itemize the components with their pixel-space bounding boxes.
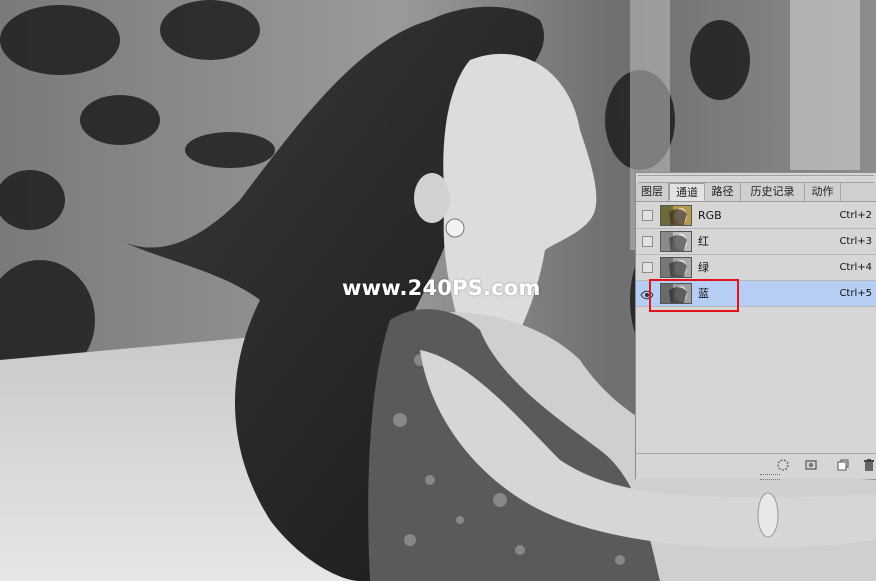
- tab-channels[interactable]: 通道: [669, 183, 705, 201]
- tab-actions[interactable]: 动作: [805, 183, 841, 201]
- visibility-toggle[interactable]: [642, 236, 653, 247]
- load-selection-icon[interactable]: [776, 457, 790, 471]
- panel-tab-bar: 图层 通道 路径 历史记录 动作: [636, 183, 876, 202]
- new-channel-icon[interactable]: [836, 457, 850, 471]
- delete-channel-icon[interactable]: [862, 457, 876, 471]
- annotation-box: [649, 279, 739, 312]
- channel-name: 绿: [698, 261, 709, 274]
- watermark-text: www.240PS.com: [342, 276, 541, 300]
- panel-bottom-toolbar: [636, 453, 876, 474]
- panel-grip[interactable]: [638, 175, 874, 183]
- save-selection-icon[interactable]: [804, 457, 818, 471]
- channel-name: 红: [698, 235, 709, 248]
- channel-thumbnail: [660, 231, 692, 252]
- panel-resize-handle[interactable]: [760, 474, 780, 480]
- channel-thumbnail: [660, 205, 692, 226]
- visibility-toggle[interactable]: [642, 262, 653, 273]
- tab-paths[interactable]: 路径: [705, 183, 741, 201]
- visibility-toggle[interactable]: [642, 210, 653, 221]
- channel-name: RGB: [698, 209, 722, 222]
- channel-shortcut: Ctrl+5: [839, 288, 872, 299]
- channel-row-green[interactable]: 绿 Ctrl+4: [636, 255, 876, 281]
- channel-shortcut: Ctrl+3: [839, 236, 872, 247]
- channels-panel: 图层 通道 路径 历史记录 动作 RGB Ctrl+2 红 Ctrl+3 绿 C…: [635, 172, 876, 480]
- channel-shortcut: Ctrl+4: [839, 262, 872, 273]
- tab-history[interactable]: 历史记录: [741, 183, 805, 201]
- channel-shortcut: Ctrl+2: [839, 210, 872, 221]
- channel-row-red[interactable]: 红 Ctrl+3: [636, 229, 876, 255]
- channel-row-rgb[interactable]: RGB Ctrl+2: [636, 203, 876, 229]
- tab-layers[interactable]: 图层: [636, 183, 669, 201]
- channel-thumbnail: [660, 257, 692, 278]
